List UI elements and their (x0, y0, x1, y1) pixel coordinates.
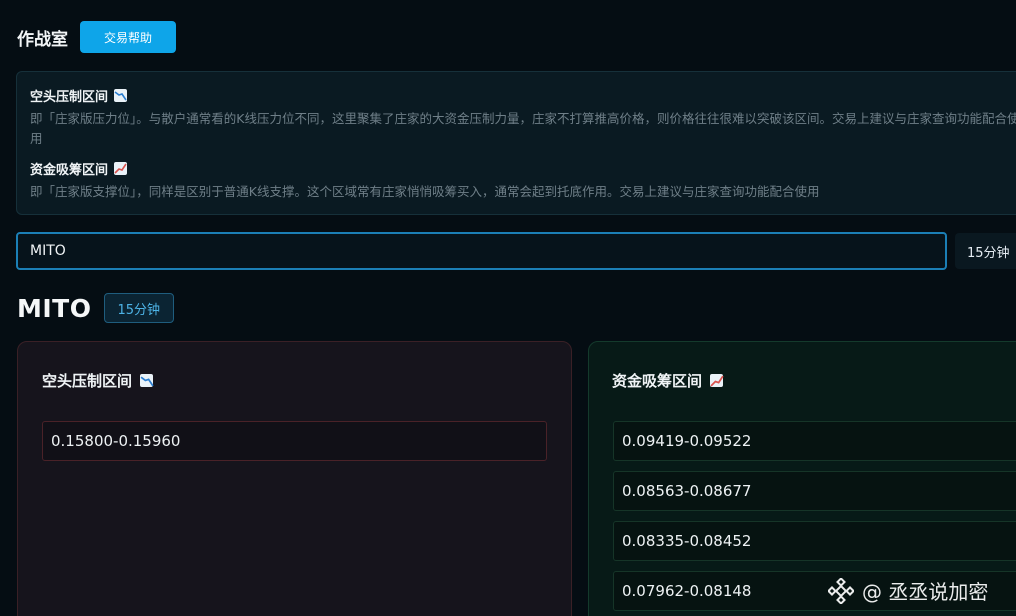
accum-range-item: 0.09419-0.09522 (613, 421, 1016, 461)
short-range-item: 0.15800-0.15960 (42, 421, 547, 461)
accum-card-title-label: 资金吸筹区间 (612, 372, 703, 390)
info-panel: 空头压制区间 即「庄家版压力位」。与散户通常看的K线压力位不同，这里聚集了庄家的… (16, 71, 1016, 215)
result-header: MITO 15分钟 (17, 293, 175, 323)
short-card-title: 空头压制区间 (42, 370, 154, 391)
header: 作战室 交易帮助 (17, 21, 176, 53)
symbol-search-input[interactable] (16, 232, 947, 270)
watermark-text: @ 丞丞说加密 (862, 580, 989, 604)
trading-help-button[interactable]: 交易帮助 (80, 21, 176, 53)
watermark: @ 丞丞说加密 (828, 576, 988, 605)
short-pressure-card: 空头压制区间 0.15800-0.15960 (17, 341, 572, 616)
accum-zone-info-desc: 即「庄家版支撑位」，同样是区别于普通K线支撑。这个区域常有庄家悄悄吸筹买入，通常… (30, 184, 820, 199)
accum-zone-info-label: 资金吸筹区间 (30, 163, 109, 178)
short-card-title-label: 空头压制区间 (42, 372, 133, 390)
chart-decreasing-icon (140, 374, 154, 387)
chart-increasing-icon (710, 374, 724, 387)
war-room-page: 作战室 交易帮助 空头压制区间 即「庄家版压力位」。与散户通常看的K线压力位不同… (0, 0, 1016, 616)
chart-decreasing-icon (114, 89, 128, 102)
page-title: 作战室 (17, 29, 68, 50)
timeframe-badge: 15分钟 (103, 293, 175, 323)
accum-range-item: 0.08335-0.08452 (613, 521, 1016, 561)
short-zone-info-desc: 即「庄家版压力位」。与散户通常看的K线压力位不同，这里聚集了庄家的大资金压制力量… (30, 111, 1016, 146)
binance-logo-icon (828, 577, 854, 604)
accum-card-title: 资金吸筹区间 (612, 370, 724, 391)
chart-increasing-icon (114, 162, 128, 175)
short-zone-info-label: 空头压制区间 (30, 90, 109, 105)
accum-range-item: 0.08563-0.08677 (613, 471, 1016, 511)
short-zone-info-title: 空头压制区间 (30, 86, 1016, 105)
accumulation-card: 资金吸筹区间 0.09419-0.09522 0.08563-0.08677 0… (588, 341, 1016, 616)
accum-zone-info-title: 资金吸筹区间 (30, 159, 1016, 178)
timeframe-select[interactable]: 15分钟 (955, 233, 1016, 269)
symbol-title: MITO (17, 293, 92, 323)
